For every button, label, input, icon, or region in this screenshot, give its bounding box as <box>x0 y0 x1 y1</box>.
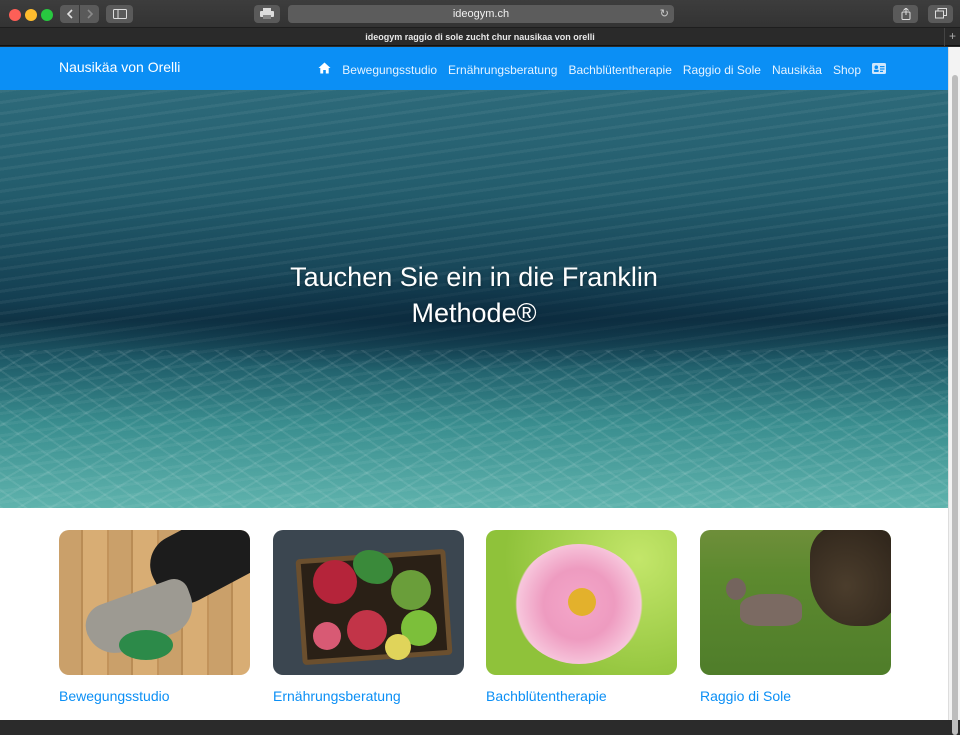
nav-bewegungsstudio[interactable]: Bewegungsstudio <box>342 63 437 77</box>
sidebar-icon <box>112 9 127 19</box>
share-button[interactable] <box>893 5 918 23</box>
card-ernaehrungsberatung: Ernährungsberatung <box>273 530 464 704</box>
card-link-bachbluetentherapie[interactable]: Bachblütentherapie <box>486 688 677 704</box>
nav-shop[interactable]: Shop <box>833 63 861 77</box>
tab-bar: ideogym raggio di sole zucht chur nausik… <box>0 28 960 46</box>
card-link-ernaehrungsberatung[interactable]: Ernährungsberatung <box>273 688 464 704</box>
contact-card-icon <box>872 62 886 74</box>
browser-titlebar: ideogym.ch ↻ <box>0 0 960 28</box>
home-icon <box>318 62 331 74</box>
print-button[interactable] <box>254 5 280 23</box>
url-text: ideogym.ch <box>452 8 510 20</box>
web-page: Nausikäa von Orelli Bewegungsstudio Ernä… <box>0 47 948 720</box>
hero-title: Tauchen Sie ein in die Franklin Methode® <box>290 262 658 328</box>
sidebar-toggle-button[interactable] <box>106 5 133 23</box>
forward-button[interactable] <box>80 5 99 23</box>
card-link-bewegungsstudio[interactable]: Bewegungsstudio <box>59 688 250 704</box>
scrollbar-thumb[interactable] <box>952 75 958 735</box>
card-image-raggio-di-sole[interactable] <box>700 530 891 675</box>
nav-nausikaa[interactable]: Nausikäa <box>772 63 822 77</box>
main-menu: Bewegungsstudio Ernährungsberatung Bachb… <box>318 62 886 77</box>
nav-home[interactable] <box>318 62 331 77</box>
site-brand[interactable]: Nausikäa von Orelli <box>59 59 180 75</box>
active-tab-title[interactable]: ideogym raggio di sole zucht chur nausik… <box>365 32 595 42</box>
zoom-window-button[interactable] <box>41 9 53 21</box>
card-raggio-di-sole: Raggio di Sole <box>700 530 891 704</box>
show-tabs-button[interactable] <box>928 5 953 23</box>
card-bewegungsstudio: Bewegungsstudio <box>59 530 250 704</box>
card-bachbluetentherapie: Bachblütentherapie <box>486 530 677 704</box>
card-image-bewegungsstudio[interactable] <box>59 530 250 675</box>
nav-ernaehrungsberatung[interactable]: Ernährungsberatung <box>448 63 557 77</box>
nav-bachbluetentherapie[interactable]: Bachblütentherapie <box>568 63 671 77</box>
card-image-bachbluetentherapie[interactable] <box>486 530 677 675</box>
nav-contact[interactable] <box>872 62 886 77</box>
card-link-raggio-di-sole[interactable]: Raggio di Sole <box>700 688 891 704</box>
page-scrollbar[interactable] <box>948 47 960 735</box>
hero-water-texture <box>0 350 948 508</box>
site-navbar: Nausikäa von Orelli Bewegungsstudio Ernä… <box>0 47 948 90</box>
chevron-left-icon <box>66 9 73 19</box>
reload-icon[interactable]: ↻ <box>660 5 669 23</box>
chevron-right-icon <box>86 9 93 19</box>
new-tab-button[interactable]: + <box>944 28 960 46</box>
address-bar[interactable]: ideogym.ch ↻ <box>288 5 674 23</box>
share-icon <box>901 7 910 20</box>
service-cards: Bewegungsstudio Ernährungsberatung Bachb… <box>59 530 891 720</box>
printer-icon <box>260 8 274 19</box>
tabs-icon <box>934 8 947 19</box>
close-window-button[interactable] <box>9 9 21 21</box>
card-image-ernaehrungsberatung[interactable] <box>273 530 464 675</box>
back-button[interactable] <box>60 5 79 23</box>
minimize-window-button[interactable] <box>25 9 37 21</box>
hero-banner: Tauchen Sie ein in die Franklin Methode® <box>0 90 948 508</box>
nav-raggio-di-sole[interactable]: Raggio di Sole <box>683 63 761 77</box>
